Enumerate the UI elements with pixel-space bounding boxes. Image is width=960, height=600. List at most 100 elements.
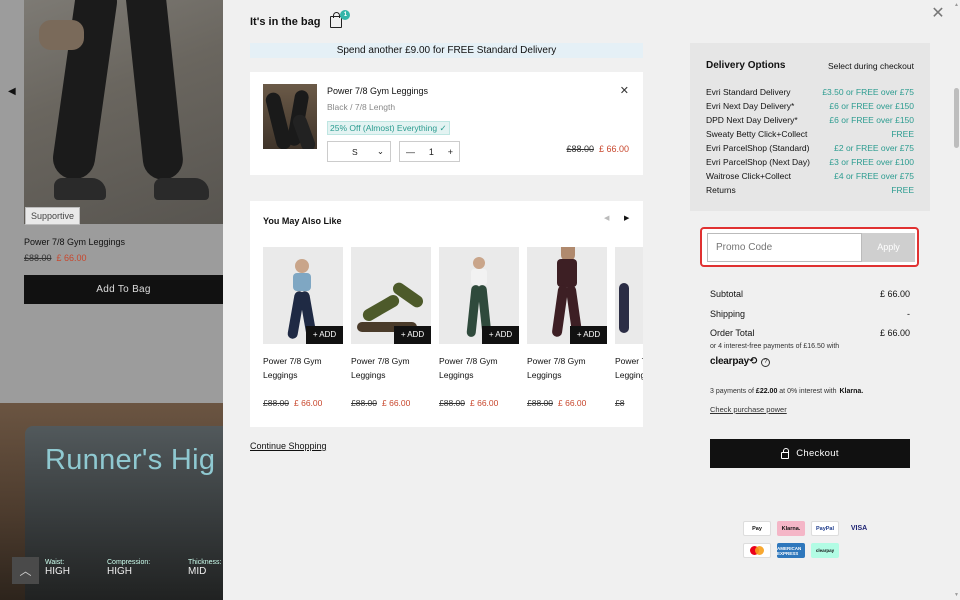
scroll-up-icon[interactable]: ▲	[954, 2, 959, 8]
paypal-icon: PayPal	[811, 521, 839, 536]
carousel-next-icon[interactable]: ▶	[624, 214, 629, 222]
delivery-options-list: Evri Standard Delivery £3.50 or FREE over…	[706, 85, 914, 197]
scroll-to-top-icon[interactable]: ︿	[12, 557, 39, 584]
rec-item[interactable]: + ADD Power 7/8 Gym Leggings £88.00 £ 66.…	[527, 247, 607, 408]
carousel-prev-arrow-icon[interactable]: ◀	[8, 86, 16, 97]
apple-pay-icon: Pay	[743, 521, 771, 536]
bag-icon: 1	[330, 10, 351, 28]
add-to-bag-button[interactable]: Add To Bag	[24, 275, 223, 304]
close-icon[interactable]: ✕	[930, 6, 946, 22]
rec-item[interactable]: Power 7/8 Gym Leggings £8	[615, 247, 643, 408]
quantity-value: 1	[428, 146, 434, 157]
rec-add-button[interactable]: + ADD	[482, 326, 519, 344]
plus-icon[interactable]: +	[448, 147, 453, 157]
delivery-title: Delivery Options	[706, 60, 786, 71]
rec-item-name[interactable]: Power 7/8 Gym Leggings	[351, 354, 431, 382]
rec-item-price: £88.00 £ 66.00	[439, 398, 499, 408]
amex-icon: AMERICAN EXPRESS	[777, 543, 805, 558]
bag-count-badge: 1	[340, 10, 351, 20]
scrollbar-thumb[interactable]	[954, 88, 959, 148]
cart-item-price: £88.00 £ 66.00	[566, 144, 629, 154]
rec-item-price: £88.00 £ 66.00	[351, 398, 411, 408]
delivery-option: Evri ParcelShop (Next Day) £3 or FREE ove…	[706, 157, 914, 167]
clearpay-text: or 4 interest-free payments of £16.50 wi…	[710, 343, 840, 350]
subtotal-row: Subtotal £ 66.00	[710, 289, 910, 299]
promo-code-section: Apply	[700, 227, 919, 267]
cart-item-name[interactable]: Power 7/8 Gym Leggings	[327, 86, 428, 96]
check-purchase-power-link[interactable]: Check purchase power	[710, 405, 787, 414]
cart-item: Power 7/8 Gym Leggings Black / 7/8 Lengt…	[250, 72, 643, 175]
quantity-stepper[interactable]: — 1 +	[399, 141, 460, 162]
rec-item-name[interactable]: Power 7/8 Gym Leggings	[527, 354, 607, 382]
lock-icon	[781, 447, 790, 459]
rec-item-image[interactable]: + ADD	[351, 247, 431, 344]
rec-item-price: £88.00 £ 66.00	[527, 398, 587, 408]
checkout-label: Checkout	[796, 448, 839, 459]
rec-item-name[interactable]: Power 7/8 Gym Leggings	[439, 354, 519, 382]
bag-header: It's in the bag 1	[250, 10, 351, 28]
continue-shopping-link[interactable]: Continue Shopping	[250, 441, 327, 451]
free-delivery-banner: Spend another £9.00 for FREE Standard De…	[250, 43, 643, 58]
order-total-row: Order Total £ 66.00	[710, 328, 910, 338]
klarna-logo: Klarna.	[839, 388, 864, 395]
price-was: £88.00	[566, 144, 594, 154]
cart-item-image[interactable]	[263, 84, 317, 149]
delivery-subtitle: Select during checkout	[828, 61, 914, 71]
delivery-option: DPD Next Day Delivery* £6 or FREE over £1…	[706, 115, 914, 125]
minus-icon[interactable]: —	[406, 147, 415, 157]
background-product-name[interactable]: Power 7/8 Gym Leggings	[24, 237, 125, 247]
rec-add-button[interactable]: + ADD	[306, 326, 343, 344]
price-now: £ 66.00	[598, 144, 629, 154]
promo-apply-button[interactable]: Apply	[862, 233, 915, 262]
visa-icon: VISA	[850, 525, 868, 532]
recommendations-title: You May Also Like	[263, 216, 342, 226]
product-badge: Supportive	[25, 207, 81, 225]
cart-item-promo: 25% Off (Almost) Everything ✓	[327, 121, 450, 135]
promo-code-input[interactable]	[707, 233, 862, 262]
rec-item-image[interactable]	[615, 247, 643, 344]
delivery-option: Evri ParcelShop (Standard) £2 or FREE ove…	[706, 143, 914, 153]
recommendations: You May Also Like ◀ ▶ + ADD Power 7/8 Gy…	[250, 201, 643, 427]
remove-item-icon[interactable]: ✕	[620, 84, 629, 97]
klarna-text: 3 payments of £22.00 at 0% interest with…	[710, 388, 864, 395]
price-now: £ 66.00	[56, 253, 87, 263]
promo-headline: Runner's Hig	[45, 444, 216, 476]
rec-item-price: £88.00 £ 66.00	[263, 398, 323, 408]
background-product-image[interactable]	[24, 0, 223, 224]
rec-item[interactable]: + ADD Power 7/8 Gym Leggings £88.00 £ 66.…	[263, 247, 343, 408]
rec-item-name[interactable]: Power 7/8 Gym Leggings	[263, 354, 343, 382]
carousel-prev-icon[interactable]: ◀	[604, 214, 609, 222]
rec-add-button[interactable]: + ADD	[570, 326, 607, 344]
size-value: S	[352, 146, 358, 157]
info-icon[interactable]: ?	[761, 358, 771, 367]
bag-title: It's in the bag	[250, 16, 321, 28]
clearpay-icon: clearpay	[811, 543, 839, 558]
checkout-button[interactable]: Checkout	[710, 439, 910, 468]
cart-item-variant: Black / 7/8 Length	[327, 102, 396, 112]
order-totals: Subtotal £ 66.00 Shipping - Order Total £ 6…	[710, 285, 910, 344]
rec-item[interactable]: + ADD Power 7/8 Gym Leggings £88.00 £ 66.…	[351, 247, 431, 408]
rec-item-image[interactable]: + ADD	[527, 247, 607, 344]
rec-add-button[interactable]: + ADD	[394, 326, 431, 344]
clearpay-logo: clearpay⟲?	[710, 356, 771, 367]
scrollbar[interactable]: ▲ ▼	[953, 0, 960, 600]
delivery-option: Sweaty Betty Click+Collect FREE	[706, 129, 914, 139]
delivery-option: Waitrose Click+Collect £4 or FREE over £7…	[706, 171, 914, 181]
stat-compression: Compression: HIGH	[107, 559, 151, 577]
delivery-options-panel: Delivery Options Select during checkout …	[690, 43, 930, 211]
rec-item[interactable]: + ADD Power 7/8 Gym Leggings £88.00 £ 66.…	[439, 247, 519, 408]
klarna-icon: Klarna.	[777, 521, 805, 536]
rec-item-image[interactable]: + ADD	[439, 247, 519, 344]
background-product-price: £88.00 £ 66.00	[24, 253, 87, 263]
rec-item-price: £8	[615, 398, 625, 408]
stat-waist: Waist: HIGH	[45, 559, 70, 577]
stat-thickness: Thickness: MID	[188, 559, 222, 577]
size-select[interactable]: S ⌄	[327, 141, 391, 162]
delivery-option: Evri Standard Delivery £3.50 or FREE over…	[706, 87, 914, 97]
delivery-option: Evri Next Day Delivery* £6 or FREE over £…	[706, 101, 914, 111]
payment-methods: Pay Klarna. PayPal VISA AMERICAN EXPRESS…	[743, 521, 877, 558]
rec-item-image[interactable]: + ADD	[263, 247, 343, 344]
rec-item-name[interactable]: Power 7/8 Gym Leggings	[615, 354, 643, 382]
shipping-row: Shipping -	[710, 308, 910, 319]
scroll-down-icon[interactable]: ▼	[954, 592, 959, 598]
